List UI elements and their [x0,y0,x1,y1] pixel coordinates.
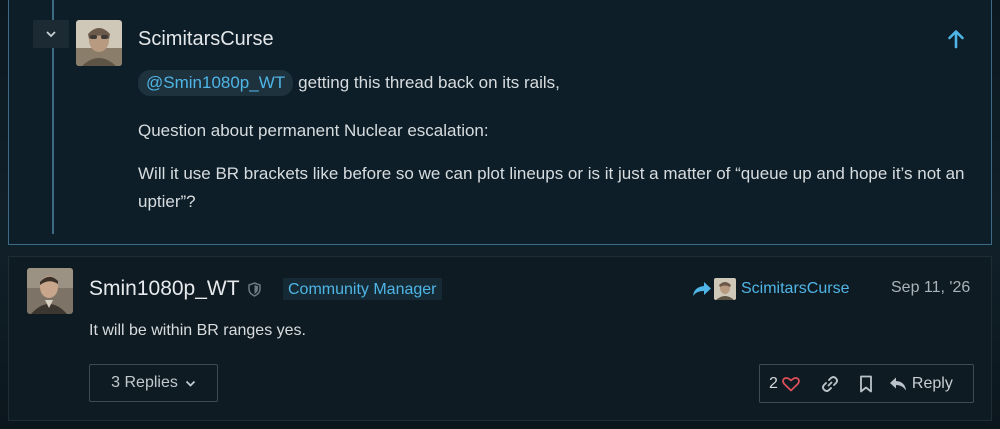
post-body: It will be within BR ranges yes. [89,322,306,339]
quoted-line-1: @Smin1080p_WT getting this thread back o… [138,70,560,96]
arrow-up-icon[interactable] [945,28,967,50]
post-actions: 2 Reply [759,364,974,403]
reply-button[interactable]: Reply [889,375,953,393]
chevron-down-icon [46,31,56,38]
user-flair[interactable]: Community Manager [283,278,442,300]
share-arrow-icon [693,282,711,296]
post-username[interactable]: Smin1080p_WT [89,277,240,301]
quoted-paragraph-2: Question about permanent Nuclear escalat… [138,121,489,140]
chevron-down-icon [185,380,195,387]
avatar[interactable] [76,20,122,66]
quoted-paragraph-3: Will it use BR brackets like before so w… [138,164,965,211]
reply-to-avatar [714,278,736,300]
reply-icon [889,377,906,390]
like-button[interactable]: 2 [769,375,800,393]
shield-icon [248,282,261,297]
user-mention[interactable]: @Smin1080p_WT [138,70,294,96]
bookmark-icon[interactable] [859,375,873,393]
post-date[interactable]: Sep 11, '26 [891,279,970,297]
link-icon[interactable] [821,375,839,393]
heart-icon [782,376,800,391]
show-replies-button[interactable]: 3 Replies [89,364,218,402]
reply-to-link[interactable]: ScimitarsCurse [692,276,849,302]
like-count: 2 [769,374,778,392]
reply-label: Reply [911,374,953,392]
collapse-button[interactable] [33,20,69,48]
avatar[interactable] [27,268,73,314]
replies-label: 3 Replies [111,374,178,391]
reply-to-name: ScimitarsCurse [741,280,850,297]
quoted-line-1-text: getting this thread back on its rails, [298,73,560,92]
quoted-username[interactable]: ScimitarsCurse [138,28,274,51]
